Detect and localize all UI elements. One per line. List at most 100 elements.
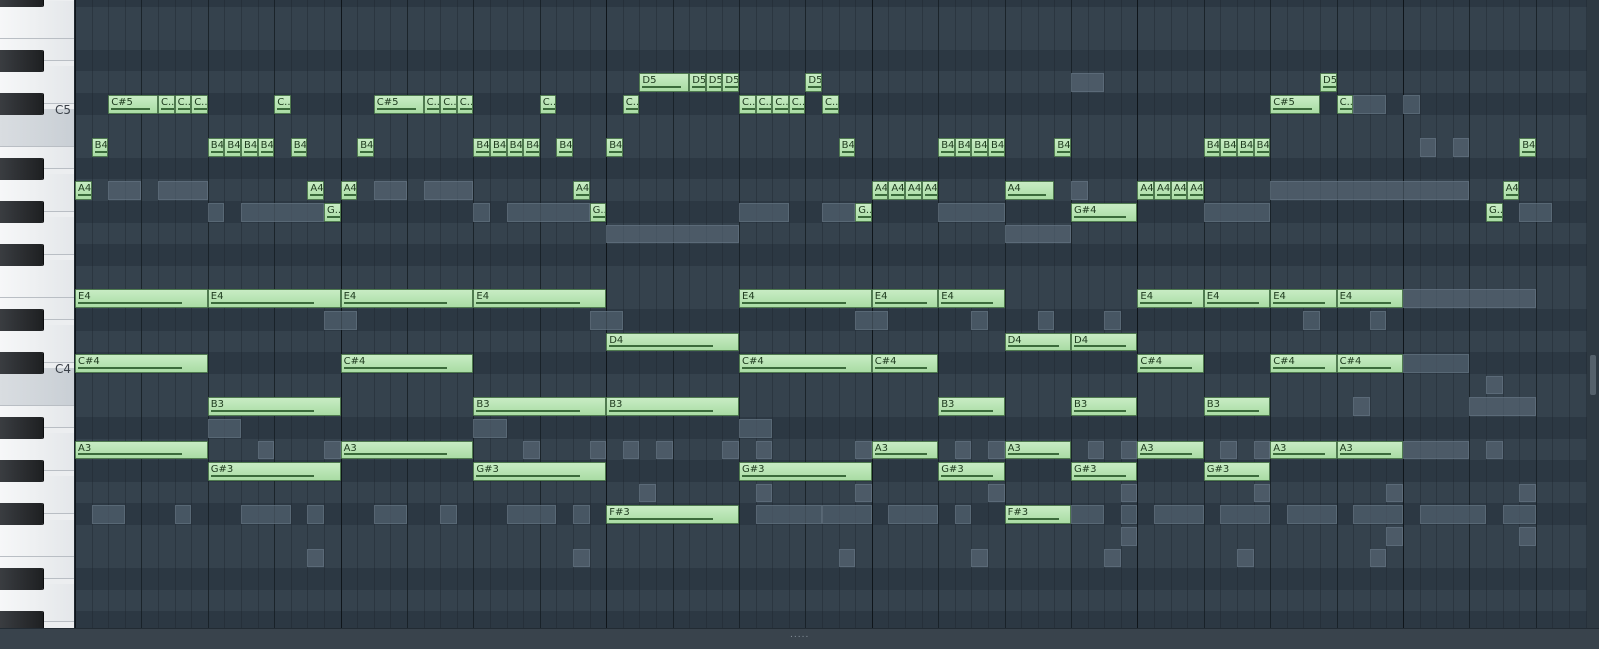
note-b4[interactable]: B4 bbox=[1220, 138, 1237, 157]
note-b4[interactable]: B4 bbox=[290, 138, 308, 157]
note-b4[interactable]: B4 bbox=[91, 138, 109, 157]
note-a4[interactable]: A4 bbox=[307, 181, 324, 200]
note-e4[interactable]: E4 bbox=[1137, 289, 1204, 308]
note-a3[interactable]: A3 bbox=[75, 440, 208, 460]
note-cs5[interactable]: C.. bbox=[822, 95, 839, 114]
note-a4[interactable]: A4 bbox=[905, 181, 922, 200]
note-cs4[interactable]: C#4 bbox=[739, 354, 872, 373]
note-b3[interactable]: B3 bbox=[938, 397, 1005, 416]
black-key[interactable] bbox=[0, 157, 43, 180]
note-a4[interactable]: A4 bbox=[888, 181, 905, 200]
note-a3[interactable]: A3 bbox=[871, 440, 939, 460]
note-e4[interactable]: E4 bbox=[938, 289, 1005, 308]
note-cs4[interactable]: C#4 bbox=[1336, 354, 1403, 373]
black-key[interactable] bbox=[0, 352, 43, 375]
note-a4[interactable]: A4 bbox=[1154, 181, 1171, 200]
note-grid[interactable]: A4 B4 C#5 C.. C.. C.. B4 B4 B4 B4 C.. B4 A4 G.. A4 B4 C#… bbox=[75, 0, 1599, 628]
note-e4[interactable]: E4 bbox=[75, 289, 208, 308]
note-cs5[interactable]: C.. bbox=[174, 95, 192, 114]
note-b4[interactable]: B4 bbox=[241, 138, 258, 157]
black-key[interactable] bbox=[0, 244, 43, 267]
black-key[interactable] bbox=[0, 460, 43, 483]
note-b4[interactable]: B4 bbox=[954, 138, 972, 157]
note-a4[interactable]: A4 bbox=[921, 181, 939, 200]
note-a4[interactable]: A4 bbox=[1170, 181, 1188, 200]
note-cs5[interactable]: C#5 bbox=[373, 95, 424, 114]
note-cs5[interactable]: C.. bbox=[158, 95, 175, 114]
note-d5[interactable]: D5 bbox=[689, 73, 706, 92]
note-a4[interactable]: A4 bbox=[573, 181, 590, 200]
black-key[interactable] bbox=[0, 93, 43, 115]
note-b3[interactable]: B3 bbox=[606, 397, 739, 416]
note-a4[interactable]: A4 bbox=[871, 181, 889, 200]
note-gs4[interactable]: G.. bbox=[855, 203, 872, 222]
note-cs4[interactable]: C#4 bbox=[1137, 354, 1204, 373]
note-b4[interactable]: B4 bbox=[938, 138, 955, 157]
note-cs5[interactable]: C.. bbox=[423, 95, 441, 114]
note-b4[interactable]: B4 bbox=[1203, 138, 1221, 157]
note-a3[interactable]: A3 bbox=[1137, 440, 1204, 460]
black-key[interactable] bbox=[0, 309, 43, 331]
note-b4[interactable]: B4 bbox=[490, 138, 507, 157]
note-cs5[interactable]: C#5 bbox=[108, 95, 158, 114]
note-a4[interactable]: A4 bbox=[340, 181, 358, 200]
note-b4[interactable]: B4 bbox=[1054, 138, 1071, 157]
note-cs4[interactable]: C#4 bbox=[871, 354, 939, 373]
note-e4[interactable]: E4 bbox=[340, 289, 474, 308]
note-b3[interactable]: B3 bbox=[473, 397, 607, 416]
note-cs4[interactable]: C#4 bbox=[1270, 354, 1337, 373]
note-d5[interactable]: D5 bbox=[705, 73, 723, 92]
note-e4[interactable]: E4 bbox=[1336, 289, 1403, 308]
note-b4[interactable]: B4 bbox=[838, 138, 856, 157]
note-a4[interactable]: A4 bbox=[1502, 181, 1520, 200]
note-b4[interactable]: B4 bbox=[1237, 138, 1254, 157]
note-e4[interactable]: E4 bbox=[473, 289, 607, 308]
note-cs4[interactable]: C#4 bbox=[340, 354, 474, 373]
note-b4[interactable]: B4 bbox=[606, 138, 623, 157]
note-fs3[interactable]: F#3 bbox=[1004, 505, 1071, 524]
note-cs5[interactable]: C.. bbox=[788, 95, 806, 114]
note-e4[interactable]: E4 bbox=[1203, 289, 1271, 308]
note-d5[interactable]: D5 bbox=[805, 73, 822, 92]
note-a4[interactable]: A4 bbox=[75, 181, 92, 200]
note-b4[interactable]: B4 bbox=[473, 138, 490, 157]
note-a4[interactable]: A4 bbox=[1004, 181, 1055, 200]
black-key[interactable] bbox=[0, 49, 43, 72]
note-gs3[interactable]: G#3 bbox=[473, 462, 607, 481]
note-b4[interactable]: B4 bbox=[506, 138, 524, 157]
note-gs3[interactable]: G#3 bbox=[1203, 462, 1271, 481]
note-gs3[interactable]: G#3 bbox=[207, 462, 341, 481]
black-key[interactable] bbox=[0, 503, 43, 526]
note-cs5[interactable]: C.. bbox=[456, 95, 474, 114]
note-b3[interactable]: B3 bbox=[1071, 397, 1138, 416]
note-a3[interactable]: A3 bbox=[1004, 440, 1071, 460]
note-b4[interactable]: B4 bbox=[224, 138, 241, 157]
note-cs5[interactable]: C.. bbox=[622, 95, 640, 114]
note-b4[interactable]: B4 bbox=[207, 138, 225, 157]
note-cs5[interactable]: C.. bbox=[440, 95, 457, 114]
note-gs3[interactable]: G#3 bbox=[938, 462, 1005, 481]
event-editor-divider[interactable]: ..... bbox=[0, 628, 1599, 649]
vertical-scrollbar[interactable] bbox=[1587, 0, 1599, 628]
scrollbar-thumb[interactable] bbox=[1590, 355, 1596, 395]
note-cs5[interactable]: C.. bbox=[1336, 95, 1354, 114]
note-gs3[interactable]: G#3 bbox=[739, 462, 872, 481]
note-gs4[interactable]: G#4 bbox=[1071, 203, 1138, 222]
note-cs4[interactable]: C#4 bbox=[75, 354, 208, 373]
note-a3[interactable]: A3 bbox=[1270, 440, 1337, 460]
note-fs3[interactable]: F#3 bbox=[606, 505, 739, 524]
black-key[interactable] bbox=[0, 201, 43, 223]
black-key[interactable] bbox=[0, 417, 43, 439]
note-a4[interactable]: A4 bbox=[1187, 181, 1204, 200]
note-b4[interactable]: B4 bbox=[1519, 138, 1536, 157]
note-b4[interactable]: B4 bbox=[257, 138, 275, 157]
note-cs5[interactable]: C.. bbox=[539, 95, 557, 114]
note-b4[interactable]: B4 bbox=[988, 138, 1005, 157]
note-a3[interactable]: A3 bbox=[340, 440, 474, 460]
note-cs5[interactable]: C.. bbox=[274, 95, 291, 114]
note-cs5[interactable]: C.. bbox=[772, 95, 789, 114]
note-e4[interactable]: E4 bbox=[207, 289, 341, 308]
note-d4[interactable]: D4 bbox=[1004, 332, 1071, 352]
note-cs5[interactable]: C.. bbox=[755, 95, 773, 114]
note-cs5[interactable]: C#5 bbox=[1270, 95, 1320, 114]
